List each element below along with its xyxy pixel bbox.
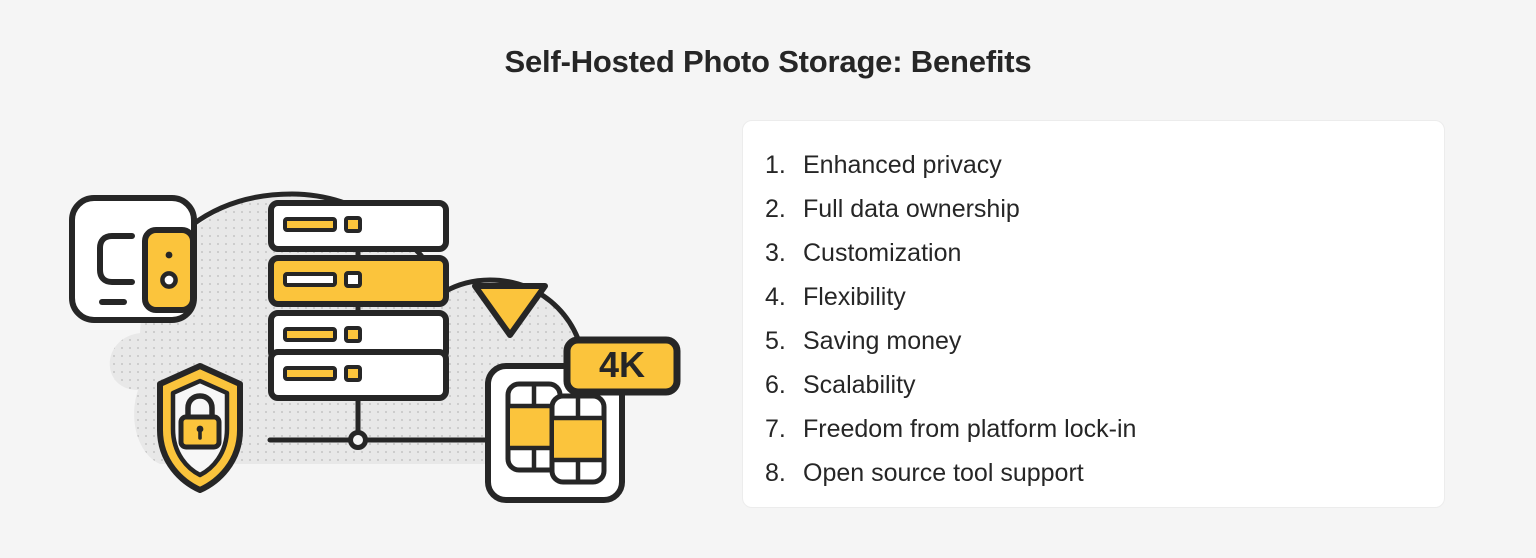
shield-lock-icon (157, 363, 243, 493)
illustration: 4K (40, 90, 720, 520)
infographic-root: Self-Hosted Photo Storage: Benefits 4K 1… (0, 0, 1536, 558)
benefit-index: 4. (765, 283, 786, 311)
benefit-item: 8. Open source tool support (765, 451, 1426, 495)
server-unit-active (268, 255, 449, 307)
benefit-label: Flexibility (803, 283, 906, 311)
benefit-item: 2. Full data ownership (765, 187, 1426, 231)
benefit-index: 1. (765, 151, 786, 179)
benefit-label: Freedom from platform lock-in (803, 415, 1137, 443)
benefit-label: Open source tool support (803, 459, 1084, 487)
benefits-card: 1. Enhanced privacy 2. Full data ownership 3… (742, 120, 1445, 508)
benefit-item: 6. Scalability (765, 363, 1426, 407)
benefit-item: 4. Flexibility (765, 275, 1426, 319)
benefit-item: 5. Saving money (765, 319, 1426, 363)
benefit-label: Full data ownership (803, 195, 1020, 223)
server-stack-icon (268, 200, 449, 401)
benefit-item: 3. Customization (765, 231, 1426, 275)
quality-badge: 4K (563, 336, 681, 396)
benefit-label: Scalability (803, 371, 916, 399)
benefit-index: 5. (765, 327, 786, 355)
benefit-index: 6. (765, 371, 786, 399)
benefit-item: 7. Freedom from platform lock-in (765, 407, 1426, 451)
benefit-label: Enhanced privacy (803, 151, 1002, 179)
benefit-index: 7. (765, 415, 786, 443)
benefit-label: Saving money (803, 327, 962, 355)
server-unit (268, 349, 449, 401)
page-title: Self-Hosted Photo Storage: Benefits (504, 44, 1032, 79)
benefit-index: 3. (765, 239, 786, 267)
benefit-item: 1. Enhanced privacy (765, 143, 1426, 187)
server-unit (268, 200, 449, 252)
benefits-list: 1. Enhanced privacy 2. Full data ownership 3… (765, 143, 1426, 495)
benefit-index: 8. (765, 459, 786, 487)
computer-device-icon (69, 195, 197, 323)
benefit-index: 2. (765, 195, 786, 223)
quality-badge-label: 4K (599, 344, 645, 385)
benefit-label: Customization (803, 239, 962, 267)
